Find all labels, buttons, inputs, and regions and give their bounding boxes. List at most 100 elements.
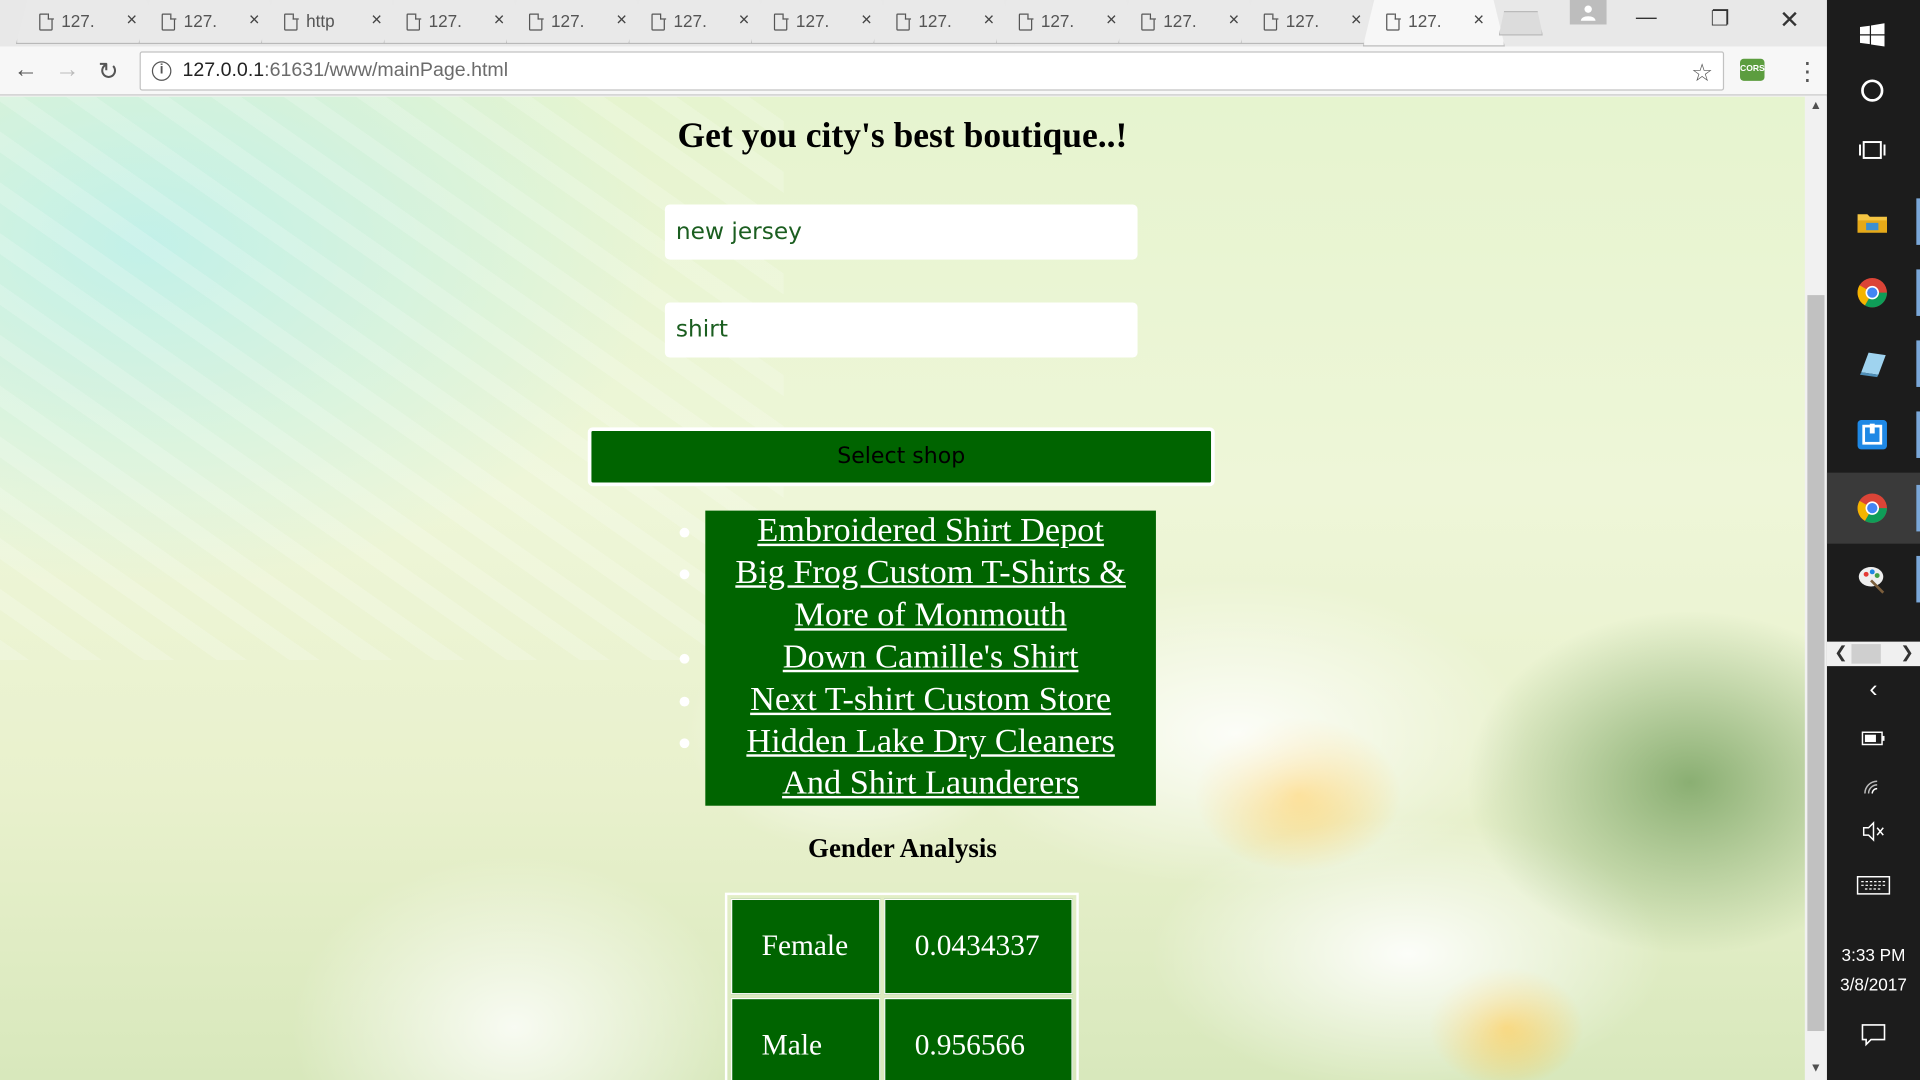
task-view-icon — [1854, 132, 1891, 169]
url-text[interactable]: 127.0.0.1:61631/www/mainPage.html — [182, 60, 508, 82]
url-host: 127.0.0.1 — [182, 60, 265, 81]
close-tab-icon[interactable]: × — [494, 10, 505, 31]
show-hidden-icons-chevron-icon[interactable]: ‹ — [1827, 676, 1920, 704]
tab-title: 127. — [1408, 11, 1442, 31]
item-input[interactable]: shirt — [664, 302, 1138, 358]
close-tab-icon[interactable]: × — [1351, 10, 1362, 31]
table-row: Female 0.0434337 — [731, 898, 1073, 995]
scroll-left-arrow-icon[interactable]: ❮ — [1834, 643, 1847, 663]
cortana-icon — [1854, 73, 1891, 110]
page-icon — [651, 12, 666, 31]
profile-button[interactable] — [1569, 0, 1607, 25]
scroll-right-arrow-icon[interactable]: ❯ — [1900, 643, 1913, 663]
page-scrollbar[interactable]: ▲ ▼ — [1804, 96, 1827, 1080]
page-icon — [1386, 12, 1401, 31]
close-window-button[interactable]: ✕ — [1779, 5, 1800, 36]
cors-extension-icon[interactable]: CORS — [1740, 58, 1765, 81]
tab-7[interactable]: 127. × — [750, 0, 893, 45]
table-row: Male 0.956566 — [731, 997, 1073, 1080]
close-tab-icon[interactable]: × — [616, 10, 627, 31]
chrome-active-taskbar-button[interactable] — [1826, 472, 1920, 544]
gender-value: 0.0434337 — [884, 898, 1073, 995]
keyboard-icon[interactable] — [1827, 874, 1920, 901]
tab-5[interactable]: 127. × — [505, 0, 648, 45]
shop-link[interactable]: Down Camille's Shirt — [705, 637, 1156, 679]
close-tab-icon[interactable]: × — [861, 10, 872, 31]
app-square-taskbar-button[interactable] — [1827, 399, 1920, 470]
chrome-active-icon — [1854, 490, 1891, 527]
scrollbar-thumb[interactable] — [1807, 295, 1825, 1032]
windows-taskbar: ❮ ❯ ‹ 3:33 PM 3/8/2017 — [1826, 0, 1920, 1080]
forward-arrow-icon[interactable]: → — [55, 56, 79, 84]
chrome-menu-icon[interactable]: ⋮ — [1795, 56, 1819, 87]
address-bar[interactable]: i 127.0.0.1:61631/www/mainPage.html ☆ — [139, 51, 1725, 91]
tab-title: 127. — [1285, 11, 1320, 31]
close-tab-icon[interactable]: × — [249, 10, 260, 31]
page-icon — [161, 12, 176, 31]
scroll-down-arrow-icon[interactable]: ▼ — [1810, 1062, 1822, 1075]
close-tab-icon[interactable]: × — [1106, 10, 1117, 31]
list-bullet — [679, 569, 690, 580]
close-tab-icon[interactable]: × — [126, 10, 137, 31]
minimize-button[interactable]: — — [1636, 5, 1657, 29]
restore-button[interactable]: ❐ — [1711, 7, 1730, 31]
page-title: Get you city's best boutique..! — [677, 116, 1128, 156]
city-input[interactable]: new jersey — [664, 204, 1138, 260]
tab-4[interactable]: 127. × — [383, 0, 526, 45]
select-shop-button[interactable]: Select shop — [587, 427, 1215, 487]
wifi-icon[interactable] — [1827, 774, 1920, 801]
list-bullet — [679, 653, 690, 664]
paint-taskbar-button[interactable] — [1827, 544, 1920, 615]
running-indicator — [1916, 555, 1920, 603]
battery-icon[interactable] — [1827, 730, 1920, 751]
tab-10[interactable]: 127. × — [1117, 0, 1261, 45]
tab-11[interactable]: 127. × — [1240, 0, 1383, 45]
back-arrow-icon[interactable]: ← — [13, 56, 37, 84]
close-tab-icon[interactable]: × — [371, 10, 382, 31]
file-explorer-button[interactable] — [1827, 186, 1920, 257]
shop-link[interactable]: Embroidered Shirt Depot — [705, 511, 1156, 553]
chrome-icon — [1854, 274, 1891, 311]
list-bullet — [679, 738, 690, 749]
tab-1[interactable]: 127. × — [15, 0, 158, 45]
close-tab-icon[interactable]: × — [1473, 10, 1484, 31]
tab-3[interactable]: http × — [260, 0, 403, 45]
tab-9[interactable]: 127. × — [995, 0, 1138, 45]
gender-analysis-title: Gender Analysis — [808, 832, 997, 864]
close-tab-icon[interactable]: × — [739, 10, 750, 31]
tab-6[interactable]: 127. × — [628, 0, 771, 45]
tab-strip: 127. × 127. × http × 127. × 127. × 127. × 127.… — [0, 0, 1827, 47]
tab-title: http — [306, 11, 335, 31]
clock-date: 3/8/2017 — [1840, 974, 1907, 995]
tab-title: 127. — [428, 11, 462, 31]
shop-link[interactable]: Hidden Lake Dry Cleaners And Shirt Laund… — [705, 721, 1156, 805]
taskbar-scroll-thumb[interactable] — [1851, 644, 1881, 664]
page-icon — [896, 12, 911, 31]
taskbar-clock[interactable]: 3:33 PM 3/8/2017 — [1827, 940, 1920, 999]
running-indicator — [1916, 269, 1920, 316]
bookmark-star-icon[interactable]: ☆ — [1691, 58, 1713, 89]
tab-12-active[interactable]: 127. × — [1362, 0, 1505, 47]
volume-muted-icon[interactable] — [1827, 820, 1920, 847]
tab-2[interactable]: 127. × — [138, 0, 281, 45]
reload-icon[interactable]: ↻ — [98, 56, 119, 87]
action-center-icon[interactable] — [1827, 1021, 1920, 1053]
app-taskbar-button[interactable] — [1827, 328, 1920, 399]
gender-table: Female 0.0434337 Male 0.956566 — [724, 892, 1079, 1080]
scroll-up-arrow-icon[interactable]: ▲ — [1810, 99, 1822, 112]
taskbar-scrollbar[interactable]: ❮ ❯ — [1826, 641, 1920, 667]
info-icon[interactable]: i — [151, 61, 172, 81]
close-tab-icon[interactable]: × — [984, 10, 995, 31]
task-view-button[interactable] — [1827, 115, 1920, 186]
close-tab-icon[interactable]: × — [1228, 10, 1239, 31]
new-tab-button[interactable] — [1498, 11, 1543, 36]
shop-link[interactable]: Big Frog Custom T-Shirts & More of Monmo… — [705, 553, 1156, 637]
tab-title: 127. — [673, 11, 707, 31]
running-indicator — [1916, 411, 1920, 458]
chrome-taskbar-button[interactable] — [1827, 257, 1920, 328]
shop-link[interactable]: Next T-shirt Custom Store — [705, 679, 1156, 721]
gender-value: 0.956566 — [884, 997, 1073, 1080]
tab-8[interactable]: 127. × — [873, 0, 1016, 45]
page-icon — [773, 12, 788, 31]
person-icon — [1580, 4, 1597, 21]
